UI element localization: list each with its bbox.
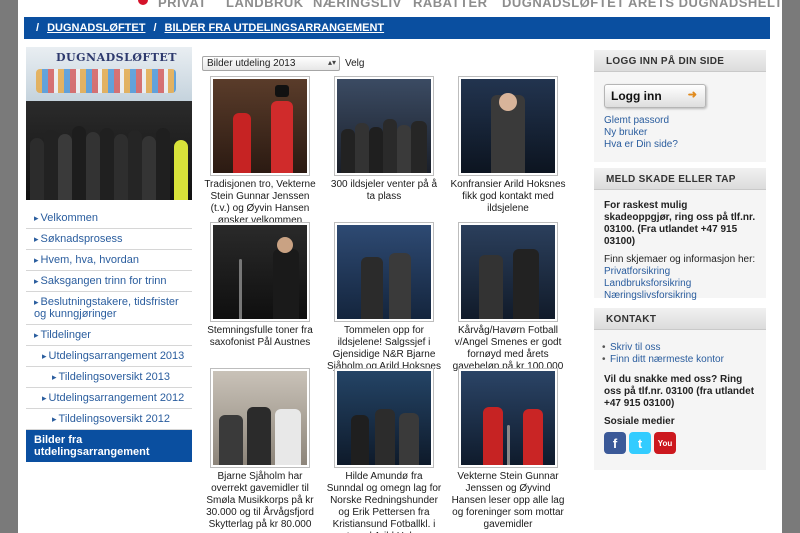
claim-lead: For raskest mulig skadeoppgjør, ring oss…	[604, 200, 756, 247]
active-marker-icon	[138, 0, 148, 5]
social-label: Sosiale medier	[604, 416, 675, 427]
topnav-naeringsliv[interactable]: NÆRINGSLIV	[313, 0, 402, 10]
hero-banner: DUGNADSLØFTET	[26, 47, 192, 101]
contact-heading: KONTAKT	[594, 308, 766, 330]
facebook-icon[interactable]: f	[604, 432, 626, 454]
sidebar-item-velkommen[interactable]: ▸ Velkommen	[26, 208, 192, 229]
sidebar-item-utdelingsarrangement-2012[interactable]: ▸ Utdelingsarrangement 2012	[26, 388, 192, 409]
gallery-selector: Bilder utdeling 2013 ▴▾ Velg	[202, 55, 574, 71]
sidebar-item-bilder[interactable]: Bilder fra utdelingsarrangement	[26, 430, 192, 462]
social-icons: f t You	[604, 432, 756, 454]
gallery-photo[interactable]	[458, 76, 558, 176]
gallery-item[interactable]: Tradisjonen tro, Vekterne Stein Gunnar J…	[202, 76, 318, 227]
twitter-icon[interactable]: t	[629, 432, 651, 454]
landbruksforsikring-link[interactable]: Landbruksforsikring	[604, 278, 756, 290]
sidebar-item-saksgangen[interactable]: ▸ Saksgangen trinn for trinn	[26, 271, 192, 292]
claim-box: For raskest mulig skadeoppgjør, ring oss…	[594, 190, 766, 301]
arrow-right-icon: ▸	[52, 372, 57, 382]
gallery-item[interactable]: Vekterne Stein Gunnar Jenssen og Øyvind …	[450, 368, 566, 531]
arrow-right-icon: ▸	[34, 330, 39, 340]
page: PRIVAT LANDBRUK NÆRINGSLIV RABATTER DUGN…	[18, 0, 782, 533]
what-is-din-side-link[interactable]: Hva er Din side?	[604, 139, 756, 151]
gallery-item[interactable]: Hilde Amundø fra Sunndal og omegn lag fo…	[326, 368, 442, 533]
arrow-right-icon: ▸	[52, 414, 57, 424]
gallery-caption: Konfransier Arild Hoksnes fikk god konta…	[450, 179, 566, 214]
select-arrows-icon: ▴▾	[327, 57, 336, 67]
login-button[interactable]: Logg inn ➜	[604, 84, 706, 108]
claim-heading: MELD SKADE ELLER TAP	[594, 168, 766, 190]
breadcrumb: / DUGNADSLØFTET / BILDER FRA UTDELINGSAR…	[24, 17, 770, 39]
arrow-right-icon: ▸	[42, 393, 47, 403]
gallery-item[interactable]: Stemningsfulle toner fra saxofonist Pål …	[202, 222, 318, 349]
hero-image: DUGNADSLØFTET	[26, 47, 192, 200]
gallery-caption: Kårvåg/Havørn Fotball v/Angel Smenes er …	[452, 325, 564, 372]
topnav-rabatter[interactable]: RABATTER	[413, 0, 488, 10]
gallery-photo[interactable]	[334, 222, 434, 322]
sidebar-item-beslutningstakere[interactable]: ▸ Beslutningstakere, tidsfrister og kunng…	[26, 292, 192, 325]
gallery-item[interactable]: Kårvåg/Havørn Fotball v/Angel Smenes er …	[450, 222, 566, 373]
arrow-right-icon: ➜	[687, 89, 697, 101]
login-heading: LOGG INN PÅ DIN SIDE	[594, 50, 766, 72]
privatforsikring-link[interactable]: Privatforsikring	[604, 266, 756, 278]
sidebar-item-tildelingsoversikt-2012[interactable]: ▸ Tildelingsoversikt 2012	[26, 409, 192, 430]
gallery-caption: 300 ildsjeler venter på å ta plass	[330, 179, 438, 202]
topnav-dugnadsloftet[interactable]: DUGNADSLØFTET	[502, 0, 625, 10]
arrow-right-icon: ▸	[34, 297, 39, 307]
breadcrumb-current[interactable]: BILDER FRA UTDELINGSARRANGEMENT	[165, 22, 385, 34]
arrow-right-icon: ▸	[34, 255, 39, 265]
gallery-caption: Tradisjonen tro, Vekterne Stein Gunnar J…	[204, 179, 316, 226]
breadcrumb-separator: /	[153, 22, 157, 34]
gallery-caption: Stemningsfulle toner fra saxofonist Pål …	[207, 325, 313, 348]
topnav-landbruk[interactable]: LANDBRUK	[226, 0, 304, 10]
arrow-right-icon: ▸	[34, 234, 39, 244]
sidebar-item-tildelinger[interactable]: ▸ Tildelinger	[26, 325, 192, 346]
top-navigation: PRIVAT LANDBRUK NÆRINGSLIV RABATTER DUGN…	[18, 0, 782, 14]
gallery-item[interactable]: Bjarne Sjåholm har overrekt gavemidler t…	[202, 368, 318, 531]
gallery-photo[interactable]	[334, 76, 434, 176]
topnav-privat[interactable]: PRIVAT	[158, 0, 207, 10]
gallery-photo[interactable]	[210, 368, 310, 468]
gallery-caption: Vekterne Stein Gunnar Jenssen og Øyvind …	[451, 471, 565, 530]
naeringslivsforsikring-link[interactable]: Næringslivsforsikring	[604, 290, 756, 302]
find-office-link[interactable]: Finn ditt nærmeste kontor	[602, 354, 756, 366]
sidebar-item-utdelingsarrangement-2013[interactable]: ▸ Utdelingsarrangement 2013	[26, 346, 192, 367]
sidebar-item-tildelingsoversikt-2013[interactable]: ▸ Tildelingsoversikt 2013	[26, 367, 192, 388]
login-box: Logg inn ➜ Glemt passord Ny bruker Hva e…	[594, 72, 766, 162]
youtube-icon[interactable]: You	[654, 432, 676, 454]
arrow-right-icon: ▸	[34, 276, 39, 286]
gallery-photo[interactable]	[210, 76, 310, 176]
gallery-photo[interactable]	[334, 368, 434, 468]
gallery-item[interactable]: Konfransier Arild Hoksnes fikk god konta…	[450, 76, 566, 215]
sidebar-item-hvem-hva-hvordan[interactable]: ▸ Hvem, hva, hvordan	[26, 250, 192, 271]
sidebar-item-soknadsprosess[interactable]: ▸ Søknadsprosess	[26, 229, 192, 250]
gallery-item[interactable]: Tommelen opp for ildsjelene! Salgssjef i…	[326, 222, 442, 373]
hero-group-photo	[26, 101, 192, 200]
arrow-right-icon: ▸	[34, 213, 39, 223]
breadcrumb-dugnadsloftet[interactable]: DUGNADSLØFTET	[47, 22, 145, 34]
breadcrumb-separator: /	[36, 22, 40, 34]
new-user-link[interactable]: Ny bruker	[604, 127, 756, 139]
contact-box: Skriv til oss Finn ditt nærmeste kontor …	[594, 330, 766, 470]
arrow-right-icon: ▸	[42, 351, 47, 361]
hero-figures	[36, 69, 176, 93]
hero-logo-text: DUGNADSLØFTET	[56, 51, 177, 64]
sidebar-navigation: ▸ Velkommen ▸ Søknadsprosess ▸ Hvem, hva, h…	[26, 208, 192, 462]
gallery-photo[interactable]	[458, 368, 558, 468]
claim-info: Finn skjemaer og informasjon her:	[604, 254, 756, 265]
gallery-caption: Tommelen opp for ildsjelene! Salgssjef i…	[327, 325, 441, 372]
forgot-password-link[interactable]: Glemt passord	[604, 115, 756, 127]
write-to-us-link[interactable]: Skriv til oss	[602, 342, 756, 354]
velg-button[interactable]: Velg	[345, 58, 364, 69]
year-select[interactable]: Bilder utdeling 2013 ▴▾	[202, 55, 340, 71]
gallery-photo[interactable]	[210, 222, 310, 322]
gallery-item[interactable]: 300 ildsjeler venter på å ta plass	[326, 76, 442, 203]
gallery-caption: Hilde Amundø fra Sunndal og omegn lag fo…	[326, 471, 442, 533]
gallery-caption: Bjarne Sjåholm har overrekt gavemidler t…	[206, 471, 314, 530]
contact-call-text: Vil du snakke med oss? Ring oss på tlf.n…	[604, 374, 755, 409]
gallery-photo[interactable]	[458, 222, 558, 322]
topnav-arets-dugnadshelt[interactable]: ÅRETS DUGNADSHELT	[628, 0, 782, 10]
